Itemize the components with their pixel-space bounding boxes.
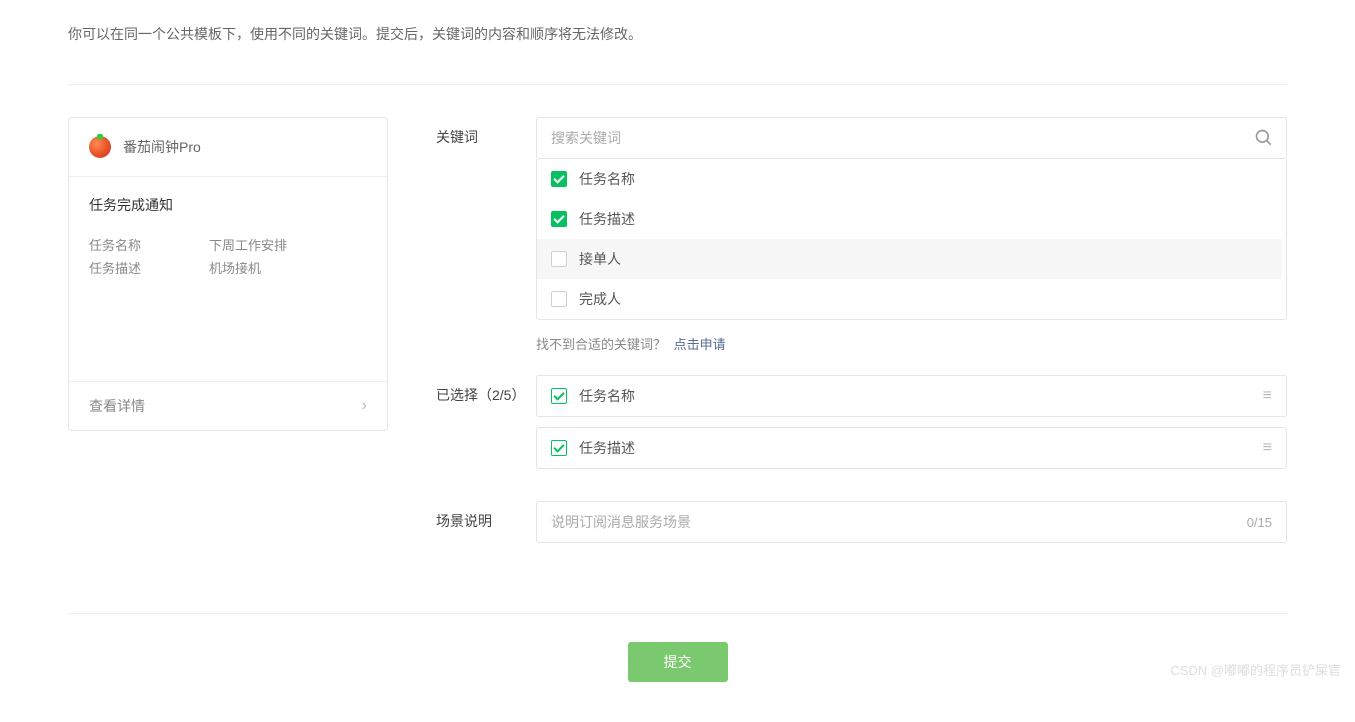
- scene-label: 场景说明: [436, 501, 536, 543]
- search-icon[interactable]: [1254, 128, 1274, 148]
- keyword-option-label: 完成人: [579, 289, 621, 309]
- keyword-search-input[interactable]: [537, 118, 1286, 158]
- preview-header: 番茄闹钟Pro: [69, 118, 387, 177]
- keyword-search-box: [536, 117, 1287, 159]
- preview-row-value: 机场接机: [209, 258, 261, 277]
- selected-keyword-label: 任务描述: [579, 438, 1251, 458]
- top-divider: [68, 84, 1287, 85]
- checkbox-icon: [551, 388, 567, 404]
- app-icon: [89, 136, 111, 158]
- submit-button[interactable]: 提交: [628, 642, 728, 682]
- selected-label: 已选择（2/5）: [436, 375, 536, 479]
- preview-row-label: 任务名称: [89, 235, 209, 254]
- bottom-divider: [68, 613, 1287, 614]
- keyword-options-list: 任务名称 任务描述 接单人: [536, 159, 1287, 320]
- keyword-option[interactable]: 任务名称: [537, 159, 1282, 199]
- template-preview-card: 番茄闹钟Pro 任务完成通知 任务名称 下周工作安排 任务描述 机场接机 查看详…: [68, 117, 388, 431]
- selected-keyword-label: 任务名称: [579, 386, 1251, 406]
- selected-keyword-item[interactable]: 任务描述 ≡: [536, 427, 1287, 469]
- checkbox-icon: [551, 171, 567, 187]
- preview-detail-link[interactable]: 查看详情 ›: [69, 381, 387, 430]
- keyword-option[interactable]: 任务描述: [537, 199, 1282, 239]
- keyword-hint-text: 找不到合适的关键词？: [536, 337, 666, 352]
- keyword-hint: 找不到合适的关键词？ 点击申请: [536, 334, 1287, 353]
- app-name: 番茄闹钟Pro: [123, 137, 201, 157]
- keyword-apply-link[interactable]: 点击申请: [674, 337, 726, 352]
- checkbox-icon: [551, 440, 567, 456]
- drag-handle-icon[interactable]: ≡: [1263, 440, 1272, 456]
- checkbox-icon: [551, 211, 567, 227]
- char-count: 0/15: [1247, 515, 1272, 530]
- keywords-label: 关键词: [436, 117, 536, 353]
- drag-handle-icon[interactable]: ≡: [1263, 388, 1272, 404]
- keyword-option-label: 任务描述: [579, 209, 635, 229]
- preview-body: 任务完成通知 任务名称 下周工作安排 任务描述 机场接机: [69, 177, 387, 381]
- preview-row-value: 下周工作安排: [209, 235, 287, 254]
- preview-row: 任务名称 下周工作安排: [89, 235, 367, 254]
- scene-input-box: 0/15: [536, 501, 1287, 543]
- keyword-option[interactable]: 接单人: [537, 239, 1282, 279]
- keyword-option[interactable]: 完成人: [537, 279, 1282, 319]
- intro-text: 你可以在同一个公共模板下，使用不同的关键词。提交后，关键词的内容和顺序将无法修改…: [68, 0, 1287, 68]
- keyword-option-label: 任务名称: [579, 169, 635, 189]
- preview-footer-label: 查看详情: [89, 396, 145, 416]
- scene-input[interactable]: [551, 502, 1247, 542]
- preview-row-label: 任务描述: [89, 258, 209, 277]
- checkbox-icon: [551, 251, 567, 267]
- checkbox-icon: [551, 291, 567, 307]
- keyword-option-label: 接单人: [579, 249, 621, 269]
- chevron-right-icon: ›: [362, 397, 367, 415]
- preview-title: 任务完成通知: [89, 195, 367, 215]
- preview-row: 任务描述 机场接机: [89, 258, 367, 277]
- selected-keyword-item[interactable]: 任务名称 ≡: [536, 375, 1287, 417]
